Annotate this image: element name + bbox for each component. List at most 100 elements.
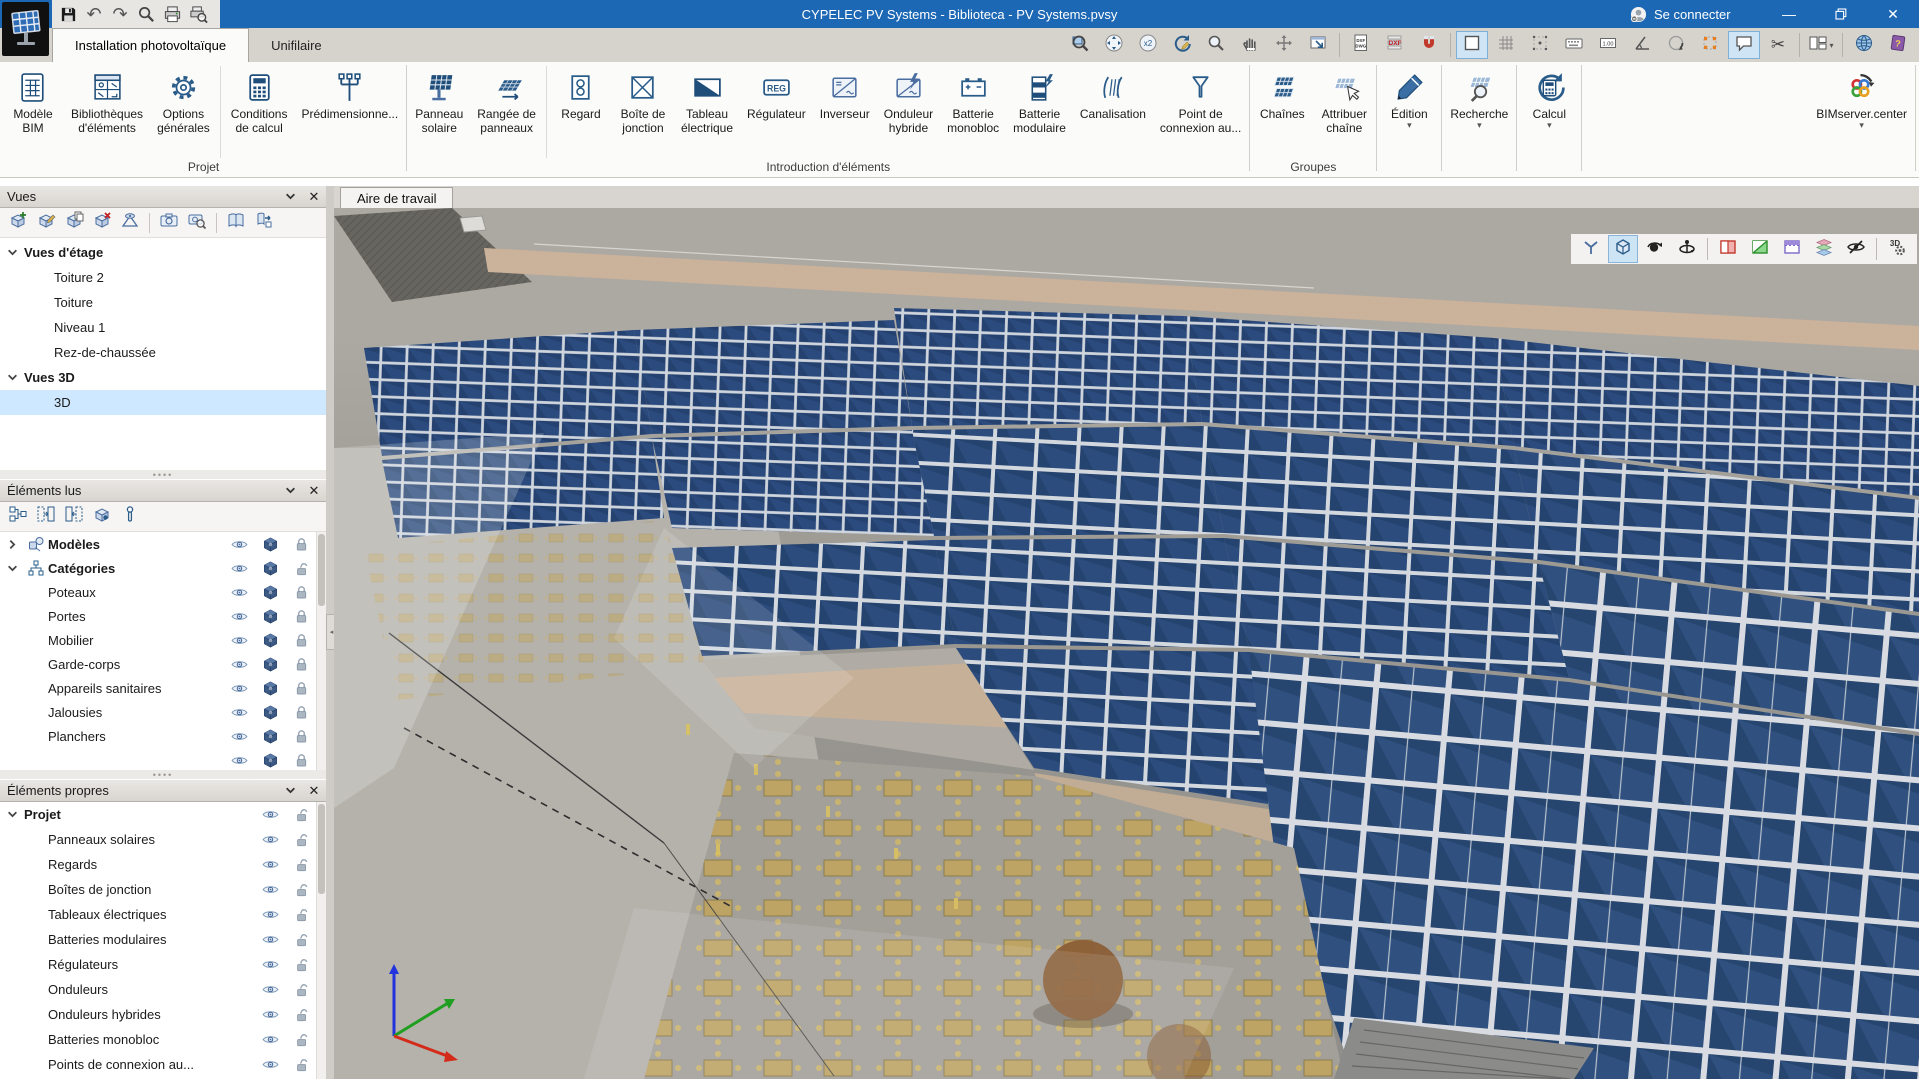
lock-toggle[interactable] bbox=[286, 1007, 317, 1022]
search-button[interactable]: Recherche▾ bbox=[1443, 62, 1515, 129]
capture-zoom-button[interactable] bbox=[183, 210, 211, 236]
visibility-eye-toggle[interactable] bbox=[224, 635, 255, 646]
lock-toggle[interactable] bbox=[286, 561, 317, 576]
tree-item-garde-corps[interactable]: Garde-corps bbox=[0, 652, 317, 676]
lock-toggle[interactable] bbox=[286, 753, 317, 768]
move-view-button[interactable] bbox=[1268, 31, 1300, 59]
vues-close-button[interactable]: ✕ bbox=[302, 187, 326, 207]
monobloc-battery-button[interactable]: Batterie monobloc bbox=[940, 62, 1006, 135]
comments-button[interactable] bbox=[1728, 31, 1760, 59]
tree-item-portes[interactable]: Portes bbox=[0, 604, 317, 628]
link-tree-button[interactable] bbox=[4, 504, 32, 530]
view-3d-settings-button[interactable]: 3D bbox=[1882, 235, 1912, 263]
tree-item-batteries-modulaires[interactable]: Batteries modulaires bbox=[0, 927, 317, 952]
assign-chain-button[interactable]: Attribuer chaîne bbox=[1313, 62, 1375, 135]
scale-1-00-button[interactable]: 1.00 bbox=[1592, 31, 1624, 59]
tree-item-jalousies[interactable]: Jalousies bbox=[0, 700, 317, 724]
bimserver-center-button[interactable]: BIMserver.center▾ bbox=[1809, 62, 1914, 129]
panel-row-button[interactable]: Rangée de panneaux bbox=[470, 62, 543, 135]
isolate-cube-toggle[interactable] bbox=[255, 561, 286, 576]
grid-button[interactable] bbox=[1490, 31, 1522, 59]
tree-item-vues-3d[interactable]: Vues 3D bbox=[0, 365, 326, 390]
lock-toggle[interactable] bbox=[286, 705, 317, 720]
find-button[interactable] bbox=[134, 2, 158, 26]
modular-battery-button[interactable]: Batterie modulaire bbox=[1006, 62, 1073, 135]
isolate-cube-toggle[interactable] bbox=[255, 633, 286, 648]
visibility-eye-toggle[interactable] bbox=[255, 859, 286, 870]
pan-hand-button[interactable] bbox=[1234, 31, 1266, 59]
tree-item-tableaux-lectriques[interactable]: Tableaux électriques bbox=[0, 902, 317, 927]
visibility-eye-toggle[interactable] bbox=[255, 934, 286, 945]
lock-toggle[interactable] bbox=[286, 729, 317, 744]
dxf-dwg-button[interactable]: DXFDWG bbox=[1345, 31, 1377, 59]
lock-toggle[interactable] bbox=[286, 1032, 317, 1047]
conduit-button[interactable]: Canalisation bbox=[1073, 62, 1153, 121]
tree-item-batteries-monobloc[interactable]: Batteries monobloc bbox=[0, 1027, 317, 1052]
book-open-button[interactable] bbox=[222, 210, 250, 236]
sign-in-button[interactable]: Se connecter bbox=[1630, 0, 1731, 28]
elements-lus-collapse-button[interactable] bbox=[278, 481, 302, 501]
zoom-x2-button[interactable]: x2 bbox=[1132, 31, 1164, 59]
vues-collapse-button[interactable] bbox=[278, 187, 302, 207]
undo-button[interactable]: ↶ bbox=[82, 2, 106, 26]
orbit-rotation-button[interactable] bbox=[1660, 31, 1692, 59]
tree-item-3d[interactable]: 3D bbox=[0, 390, 326, 415]
book-copy-button[interactable] bbox=[250, 210, 278, 236]
tree-item-r-gulateurs[interactable]: Régulateurs bbox=[0, 952, 317, 977]
tree-item-vues-d-tage[interactable]: Vues d'étage bbox=[0, 240, 326, 265]
tree-item-rez-de-chauss-e[interactable]: Rez-de-chaussée bbox=[0, 340, 326, 365]
layers-button[interactable] bbox=[1809, 235, 1839, 263]
zoom-search-button[interactable] bbox=[1200, 31, 1232, 59]
dxf-layers-button[interactable]: DXF bbox=[1379, 31, 1411, 59]
snap-magnet-button[interactable] bbox=[1413, 31, 1445, 59]
lock-toggle[interactable] bbox=[286, 681, 317, 696]
visibility-eye-toggle[interactable] bbox=[224, 731, 255, 742]
panel-splitter[interactable]: •••• bbox=[0, 770, 326, 779]
junction-box-button[interactable]: Boîte de jonction bbox=[612, 62, 674, 135]
view-delete-button[interactable] bbox=[88, 210, 116, 236]
tree-item-onduleurs[interactable]: Onduleurs bbox=[0, 977, 317, 1002]
visibility-eye-toggle[interactable] bbox=[255, 1009, 286, 1020]
solar-panel-button[interactable]: Panneau solaire bbox=[408, 62, 470, 135]
isolate-cube-toggle[interactable] bbox=[255, 705, 286, 720]
selection-marks-button[interactable] bbox=[1694, 31, 1726, 59]
elements-propres-scrollbar[interactable] bbox=[316, 802, 326, 1079]
panel-collapse-button[interactable] bbox=[32, 504, 60, 530]
capture-button[interactable] bbox=[155, 210, 183, 236]
redraw-button[interactable] bbox=[1166, 31, 1198, 59]
tree-item-clipped[interactable] bbox=[0, 748, 317, 770]
redo-button[interactable]: ↷ bbox=[108, 2, 132, 26]
elements-propres-close-button[interactable]: ✕ bbox=[302, 781, 326, 801]
window-layout-button[interactable]: ▾ bbox=[1805, 31, 1837, 59]
manhole-button[interactable]: Regard bbox=[550, 62, 612, 121]
lock-toggle[interactable] bbox=[286, 832, 317, 847]
tree-item-cat-gories[interactable]: Catégories bbox=[0, 556, 317, 580]
visibility-eye-toggle[interactable] bbox=[255, 959, 286, 970]
save-button[interactable] bbox=[56, 2, 80, 26]
snap-points-button[interactable] bbox=[1524, 31, 1556, 59]
turntable-button[interactable] bbox=[1672, 235, 1702, 263]
visibility-eye-toggle[interactable] bbox=[255, 1034, 286, 1045]
tree-item-mobilier[interactable]: Mobilier bbox=[0, 628, 317, 652]
isolate-cube-toggle[interactable] bbox=[255, 537, 286, 552]
lock-toggle[interactable] bbox=[286, 907, 317, 922]
lock-toggle[interactable] bbox=[286, 957, 317, 972]
visibility-eye-toggle[interactable] bbox=[224, 587, 255, 598]
print-button[interactable] bbox=[160, 2, 184, 26]
inverter-button[interactable]: Inverseur bbox=[813, 62, 877, 121]
print-preview-button[interactable] bbox=[186, 2, 210, 26]
visibility-eye-toggle[interactable] bbox=[255, 909, 286, 920]
elements-propres-collapse-button[interactable] bbox=[278, 781, 302, 801]
app-logo[interactable] bbox=[2, 2, 49, 56]
view-edit-button[interactable] bbox=[32, 210, 60, 236]
tree-item-bo-tes-de-jonction[interactable]: Boîtes de jonction bbox=[0, 877, 317, 902]
help-button[interactable]: ? bbox=[1882, 31, 1914, 59]
visibility-eye-toggle[interactable] bbox=[224, 707, 255, 718]
visibility-eye-toggle[interactable] bbox=[224, 659, 255, 670]
connection-point-button[interactable]: Point de connexion au... bbox=[1153, 62, 1248, 135]
calculate-button[interactable]: Calcul▾ bbox=[1518, 62, 1580, 129]
isolate-cube-toggle[interactable] bbox=[255, 585, 286, 600]
tab-installation-photovolta-que[interactable]: Installation photovoltaïque bbox=[52, 28, 249, 62]
tab-unifilaire[interactable]: Unifilaire bbox=[249, 28, 344, 62]
visibility-eye-toggle[interactable] bbox=[255, 834, 286, 845]
